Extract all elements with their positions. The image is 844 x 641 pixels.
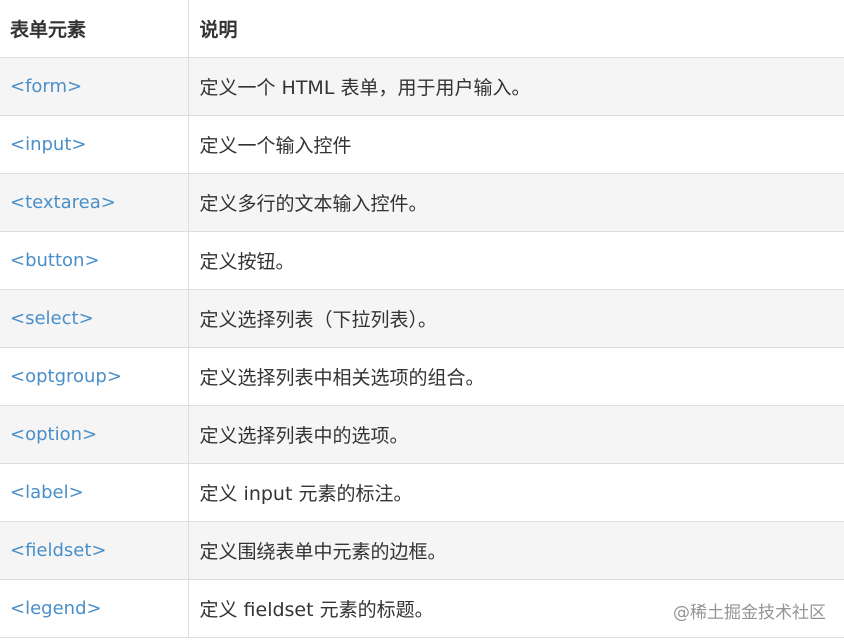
tag-cell: <option>	[0, 405, 188, 464]
table-row: <textarea> 定义多行的文本输入控件。	[0, 173, 844, 232]
description-cell: 定义按钮。	[187, 231, 844, 290]
tag-cell: <label>	[0, 463, 188, 522]
table-row: <option> 定义选择列表中的选项。	[0, 405, 844, 464]
tag-link-option[interactable]: <option>	[10, 424, 97, 445]
tag-cell: <legend>	[0, 579, 188, 638]
header-form-element: 表单元素	[0, 0, 188, 58]
tag-cell: <button>	[0, 231, 188, 290]
description-cell: 定义围绕表单中元素的边框。	[187, 521, 844, 580]
table-row: <button> 定义按钮。	[0, 231, 844, 290]
tag-link-label[interactable]: <label>	[10, 482, 84, 503]
tag-link-select[interactable]: <select>	[10, 308, 94, 329]
tag-cell: <fieldset>	[0, 521, 188, 580]
description-cell: 定义一个输入控件	[187, 115, 844, 174]
description-cell: 定义 input 元素的标注。	[187, 463, 844, 522]
tag-link-fieldset[interactable]: <fieldset>	[10, 540, 107, 561]
tag-cell: <input>	[0, 115, 188, 174]
description-cell: 定义选择列表中的选项。	[187, 405, 844, 464]
description-cell: 定义选择列表（下拉列表）。	[187, 289, 844, 348]
table-header-row: 表单元素 说明	[0, 0, 844, 58]
tag-cell: <form>	[0, 57, 188, 116]
tag-cell: <textarea>	[0, 173, 188, 232]
table-row: <select> 定义选择列表（下拉列表）。	[0, 289, 844, 348]
tag-link-textarea[interactable]: <textarea>	[10, 192, 116, 213]
header-description: 说明	[187, 0, 844, 58]
tag-link-legend[interactable]: <legend>	[10, 598, 102, 619]
description-cell: 定义一个 HTML 表单，用于用户输入。	[187, 57, 844, 116]
tag-link-input[interactable]: <input>	[10, 134, 86, 155]
watermark: @稀土掘金技术社区	[673, 603, 826, 623]
table-row: <fieldset> 定义围绕表单中元素的边框。	[0, 521, 844, 580]
tag-link-button[interactable]: <button>	[10, 250, 100, 271]
tag-link-form[interactable]: <form>	[10, 76, 82, 97]
tag-cell: <optgroup>	[0, 347, 188, 406]
table-row: <optgroup> 定义选择列表中相关选项的组合。	[0, 347, 844, 406]
tag-link-optgroup[interactable]: <optgroup>	[10, 366, 122, 387]
form-elements-table: 表单元素 说明 <form> 定义一个 HTML 表单，用于用户输入。 <inp…	[0, 0, 844, 638]
table-row: <label> 定义 input 元素的标注。	[0, 463, 844, 522]
description-cell: 定义选择列表中相关选项的组合。	[187, 347, 844, 406]
table-row: <input> 定义一个输入控件	[0, 115, 844, 174]
table-row: <form> 定义一个 HTML 表单，用于用户输入。	[0, 57, 844, 116]
tag-cell: <select>	[0, 289, 188, 348]
description-cell: 定义多行的文本输入控件。	[187, 173, 844, 232]
